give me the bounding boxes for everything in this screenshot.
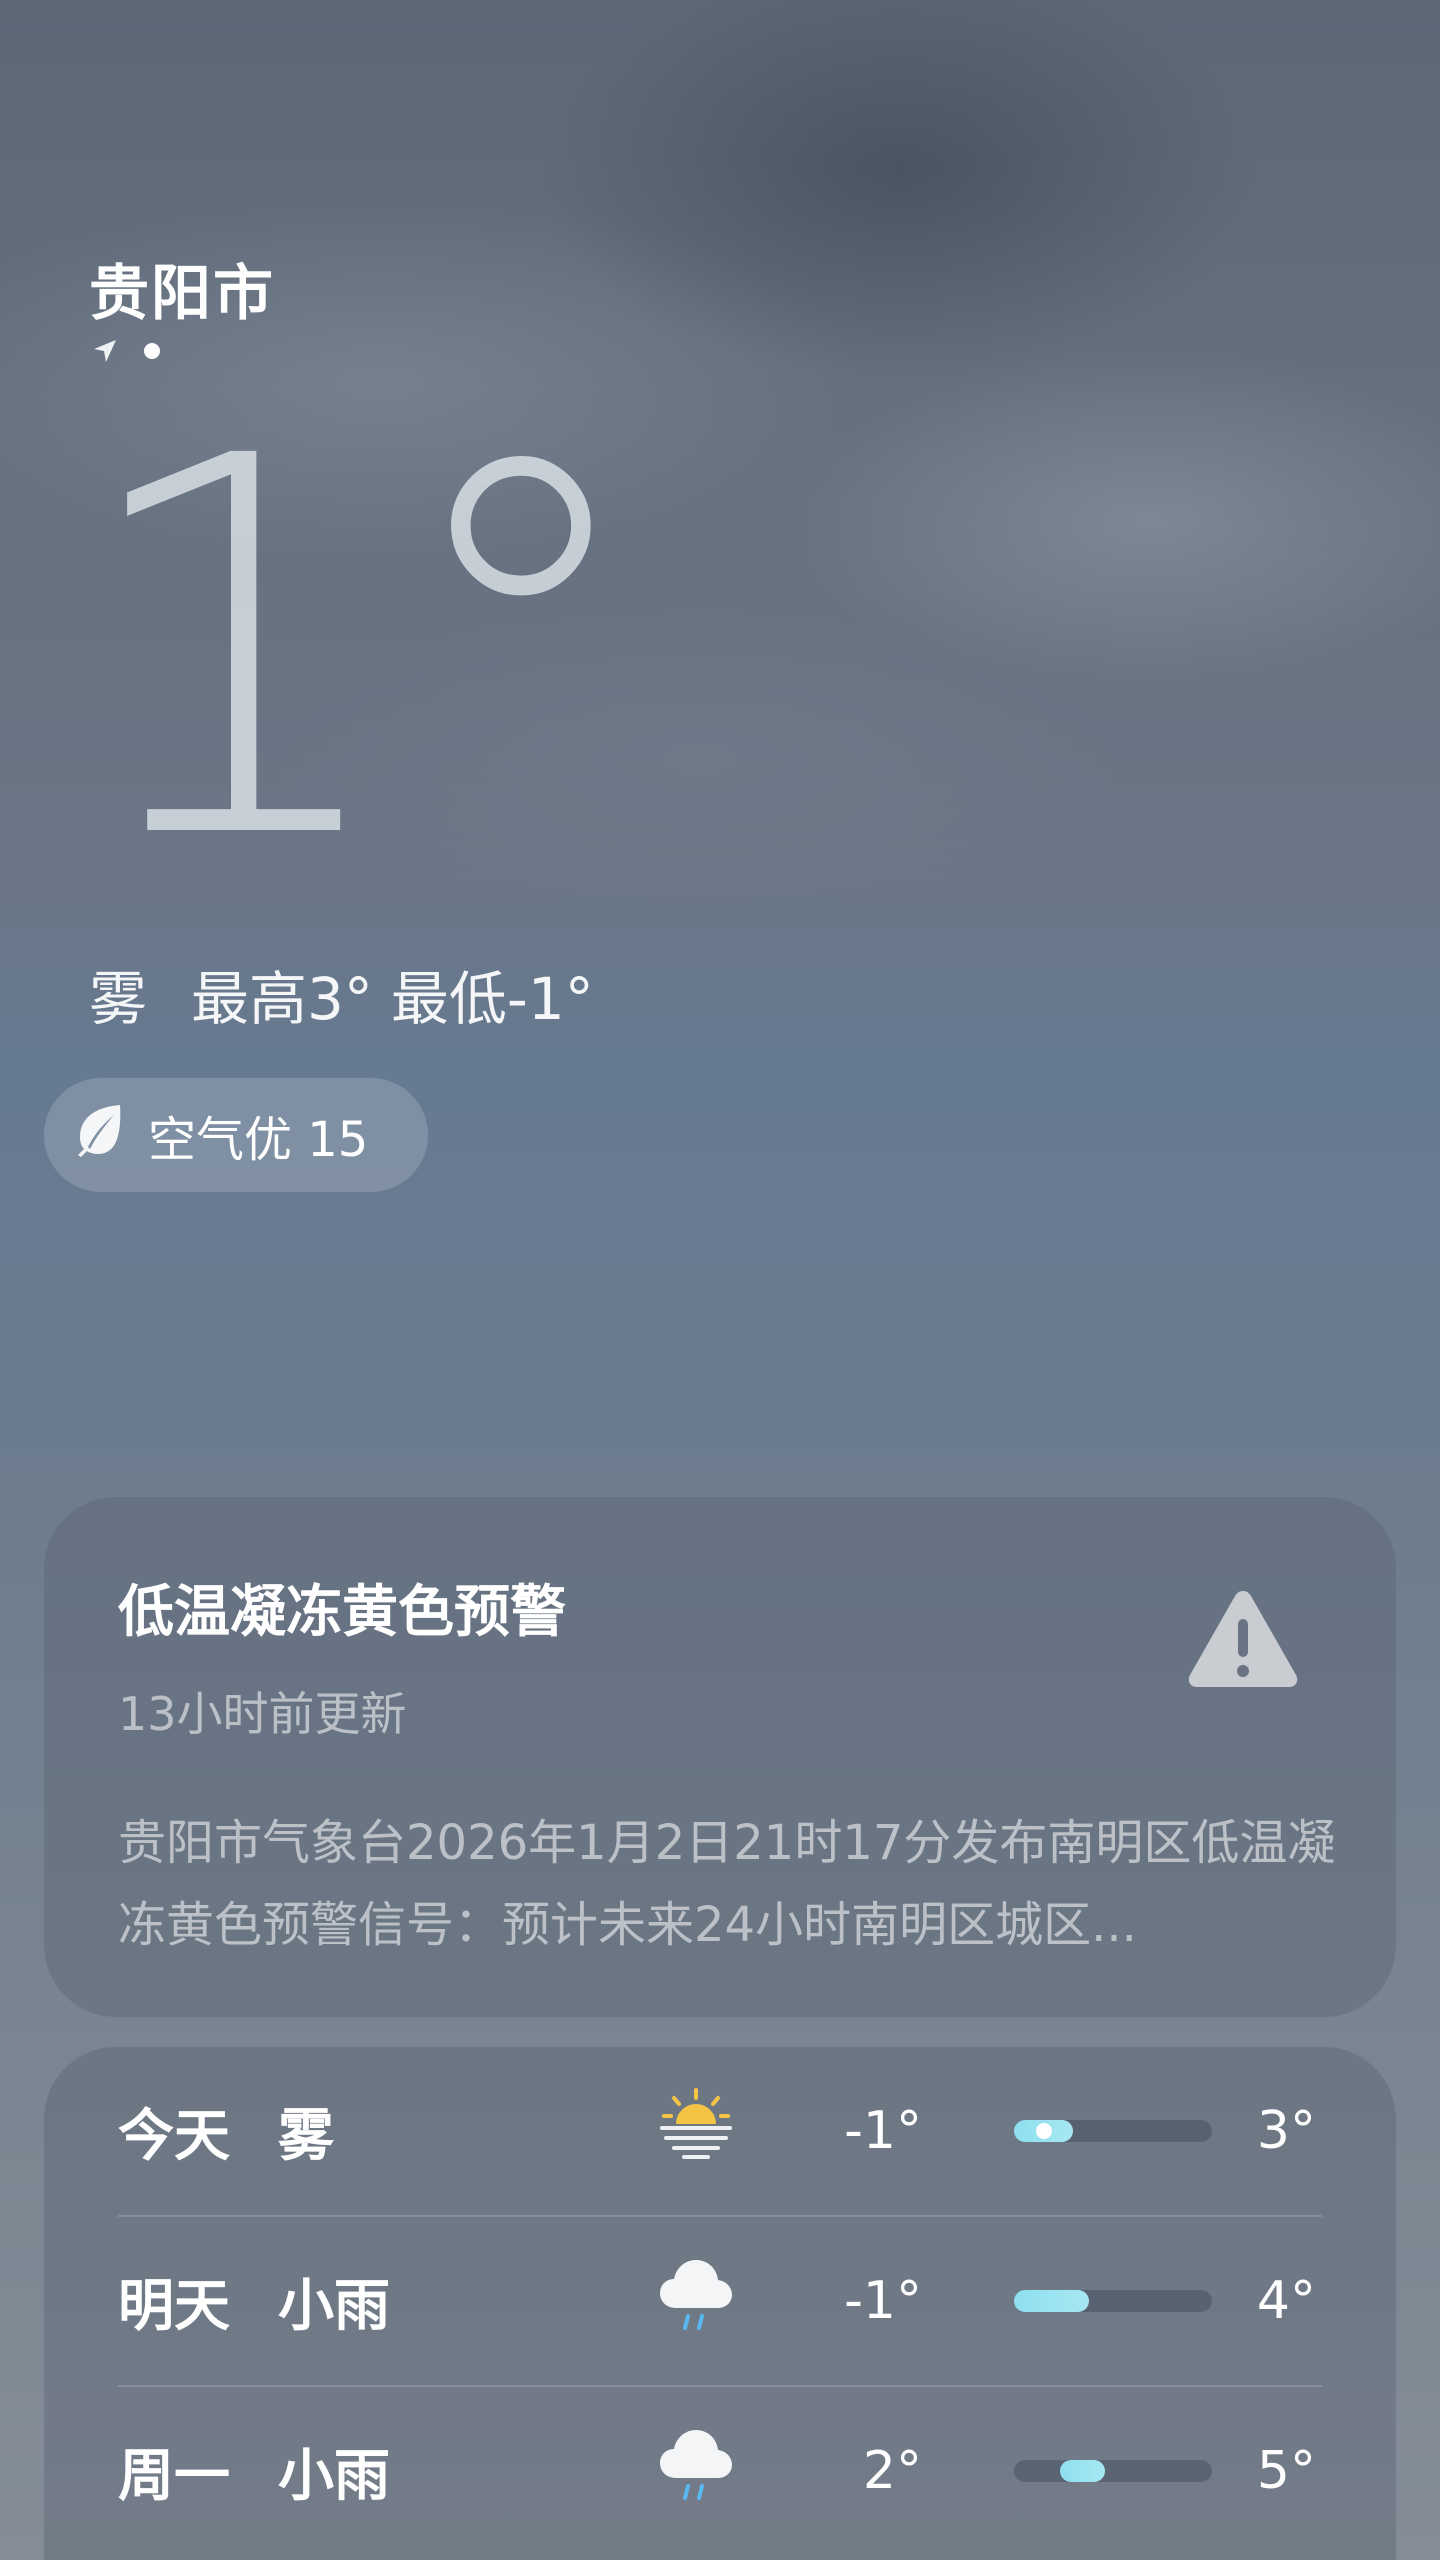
forecast-condition: 小雨	[278, 2273, 390, 2339]
warning-triangle-icon	[1186, 1587, 1300, 1693]
forecast-condition: 雾	[278, 2103, 334, 2169]
alert-updated-time: 13小时前更新	[118, 1687, 407, 1741]
daily-forecast-card[interactable]: 今天 雾 -1° 3° 明天 小雨 -1° 4° 周一 小雨 2° 5°	[44, 2047, 1396, 2560]
fog-sun-icon	[658, 2088, 734, 2174]
alert-body: 贵阳市气象台2026年1月2日21时17分发布南明区低温凝冻黄色预警信号：预计未…	[118, 1815, 1336, 1953]
light-rain-icon	[658, 2254, 734, 2348]
forecast-high: 3°	[1256, 2101, 1316, 2161]
forecast-row[interactable]: 明天 小雨 -1° 4°	[118, 2215, 1322, 2385]
temperature-range-fill	[1014, 2290, 1090, 2312]
forecast-high: 4°	[1256, 2271, 1316, 2331]
forecast-day: 明天	[118, 2273, 230, 2339]
temperature-range-fill	[1059, 2460, 1106, 2482]
temperature-range-bar	[1014, 2120, 1212, 2142]
forecast-low: -1°	[844, 2101, 922, 2161]
light-rain-icon	[658, 2424, 734, 2518]
summary-high: 最高3°	[191, 965, 373, 1033]
forecast-day: 今天	[118, 2103, 230, 2169]
forecast-low: 2°	[862, 2441, 922, 2501]
forecast-condition: 小雨	[278, 2443, 390, 2509]
summary-condition: 雾	[89, 965, 148, 1033]
forecast-row[interactable]: 周一 小雨 2° 5°	[118, 2385, 1322, 2555]
weather-summary: 雾 最高3° 最低-1°	[89, 952, 594, 1036]
forecast-low: -1°	[844, 2271, 922, 2331]
forecast-day: 周一	[118, 2443, 230, 2509]
weather-alert-card[interactable]: 低温凝冻黄色预警 13小时前更新 贵阳市气象台2026年1月2日21时17分发布…	[44, 1497, 1396, 2017]
air-quality-label: 空气优 15	[148, 1112, 369, 1168]
forecast-row[interactable]: 今天 雾 -1° 3°	[118, 2047, 1322, 2215]
alert-title: 低温凝冻黄色预警	[118, 1580, 566, 1645]
temperature-range-bar	[1014, 2460, 1212, 2482]
temperature-range-bar	[1014, 2290, 1212, 2312]
air-quality-pill[interactable]: 空气优 15	[44, 1078, 428, 1192]
current-temp-marker	[1035, 2123, 1052, 2139]
current-temperature: 1°	[70, 347, 651, 953]
leaf-icon	[74, 1101, 126, 1169]
weather-screen: 贵阳市 1° 雾 最高3° 最低-1° 空气优 15 低温凝冻黄色预警 13小时…	[0, 0, 1440, 2560]
summary-low: 最低-1°	[390, 965, 594, 1033]
city-name[interactable]: 贵阳市	[89, 245, 275, 332]
forecast-high: 5°	[1256, 2441, 1316, 2501]
